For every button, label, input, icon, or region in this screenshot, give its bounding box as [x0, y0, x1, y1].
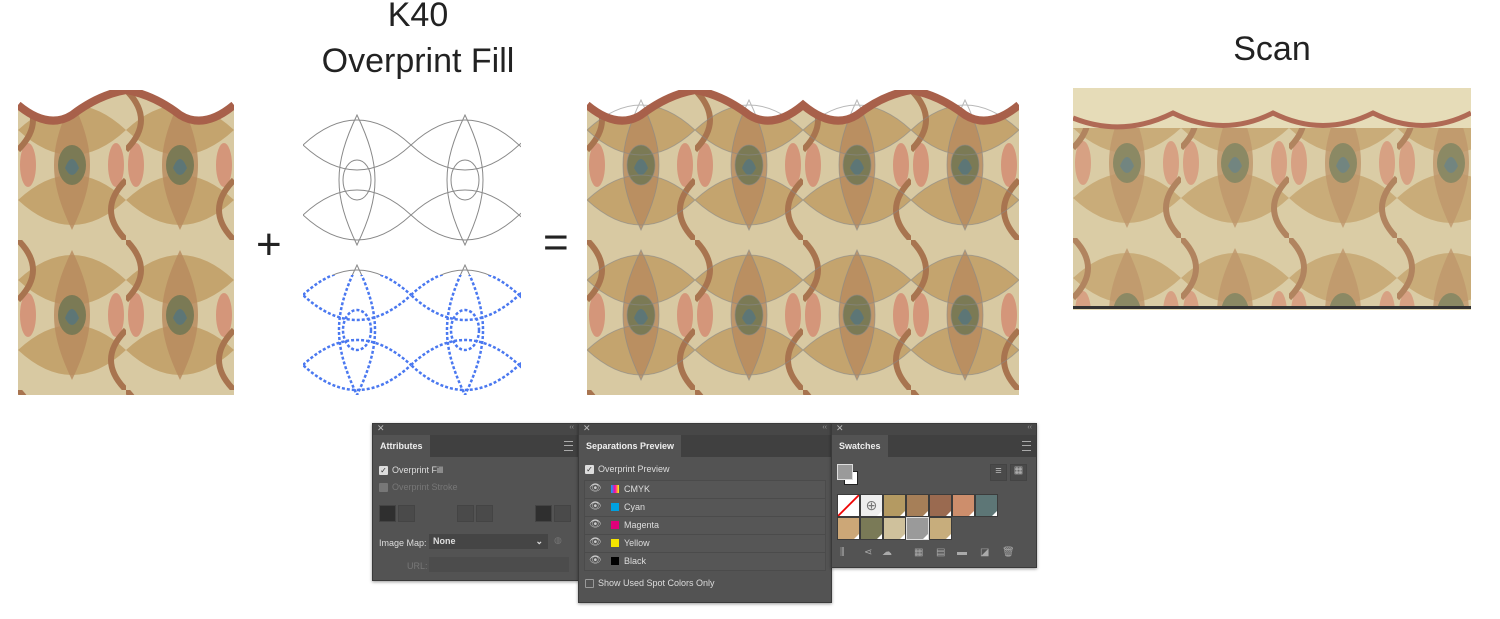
channel-row[interactable]: 👁 Magenta: [584, 516, 826, 535]
color-swatch[interactable]: [929, 517, 952, 540]
fill-color[interactable]: [837, 464, 853, 480]
channel-label: Magenta: [624, 520, 660, 530]
image-map-select[interactable]: None ⌄: [429, 534, 548, 549]
image-map-label: Image Map:: [379, 538, 427, 548]
eye-icon[interactable]: 👁: [589, 519, 602, 530]
grid-view-icon[interactable]: ▦: [1010, 464, 1027, 481]
registration-swatch[interactable]: ⊕: [860, 494, 883, 517]
heading-k40: K40: [387, 0, 449, 34]
swatch-libraries-icon[interactable]: ⫼: [840, 547, 845, 558]
url-label: URL:: [407, 561, 428, 571]
cmyk-swatch: [611, 485, 619, 493]
close-icon[interactable]: ✕: [377, 423, 385, 434]
browser-icon: ◍: [554, 535, 562, 545]
spot-colors-checkbox[interactable]: Show Used Spot Colors Only: [585, 578, 715, 589]
color-swatch[interactable]: [952, 494, 975, 517]
color-swatch[interactable]: [860, 517, 883, 540]
overprint-stroke-checkbox: Overprint Stroke: [379, 482, 458, 493]
black-swatch: [611, 557, 619, 565]
panel-menu-icon[interactable]: [1022, 441, 1031, 451]
combined-artwork: [587, 90, 1019, 395]
color-swatch[interactable]: [837, 517, 860, 540]
none-swatch[interactable]: [837, 494, 860, 517]
color-swatch[interactable]: [975, 494, 998, 517]
spot-colors-label: Show Used Spot Colors Only: [598, 578, 715, 588]
scan-image: [1073, 88, 1471, 310]
eye-icon[interactable]: 👁: [589, 555, 602, 566]
channel-row[interactable]: 👁 Black: [584, 552, 826, 571]
list-view-icon[interactable]: ≡: [990, 464, 1007, 481]
nonzero-winding-button[interactable]: [535, 505, 552, 522]
reverse-path-2-button[interactable]: [476, 505, 493, 522]
heading-scan: Scan: [1233, 30, 1311, 68]
color-swatch[interactable]: [883, 517, 906, 540]
new-group-icon[interactable]: ▬: [957, 547, 967, 558]
new-swatch-icon[interactable]: ◪: [980, 547, 989, 558]
channel-label: Yellow: [624, 538, 650, 548]
color-swatch[interactable]: [929, 494, 952, 517]
eye-icon[interactable]: 👁: [589, 501, 602, 512]
swatches-panel: ✕ ‹‹ Swatches ≡ ▦ ⊕ ⫼ ⋖ ☁ ▦ ▤ ▬ ◪ 🗑: [831, 423, 1037, 568]
eye-icon[interactable]: 👁: [589, 483, 602, 494]
evenodd-button[interactable]: [554, 505, 571, 522]
separations-panel: ✕ ‹‹ Separations Preview ✓ Overprint Previ…: [578, 423, 832, 603]
overprint-preview-checkbox[interactable]: ✓ Overprint Preview: [585, 464, 670, 475]
color-swatch-selected[interactable]: [906, 517, 929, 540]
collapse-icon[interactable]: ‹‹: [1027, 424, 1032, 431]
cyan-swatch: [611, 503, 619, 511]
share-icon[interactable]: ⋖: [864, 547, 872, 558]
overprint-fill-label: Overprint Fill: [392, 465, 444, 475]
channel-row[interactable]: 👁 Yellow: [584, 534, 826, 553]
attributes-panel: ✕ ‹‹ Attributes ✓ Overprint Fill Overprint…: [372, 423, 579, 581]
swatch-options-icon[interactable]: ▤: [936, 547, 945, 558]
overprint-stroke-label: Overprint Stroke: [392, 482, 458, 492]
eye-icon[interactable]: 👁: [589, 537, 602, 548]
reverse-path-button[interactable]: [457, 505, 474, 522]
collapse-icon[interactable]: ‹‹: [569, 424, 574, 431]
tab-swatches[interactable]: Swatches: [832, 435, 888, 457]
overprint-preview-label: Overprint Preview: [598, 464, 670, 474]
plus-sign: +: [256, 220, 282, 269]
tab-separations-preview[interactable]: Separations Preview: [579, 435, 682, 457]
yellow-swatch: [611, 539, 619, 547]
swatch-kind-icon[interactable]: ▦: [914, 547, 923, 558]
image-map-value: None: [433, 536, 456, 546]
overprint-outline-artwork: [303, 105, 521, 395]
overprint-fill-checkbox[interactable]: ✓ Overprint Fill: [379, 465, 444, 476]
heading-overprint-fill: Overprint Fill: [321, 42, 515, 80]
color-swatch[interactable]: [906, 494, 929, 517]
cloud-icon[interactable]: ☁: [882, 547, 892, 558]
panel-menu-icon[interactable]: [564, 441, 573, 451]
channel-label: Cyan: [624, 502, 646, 512]
url-field: [429, 557, 569, 572]
show-center-off-button[interactable]: [379, 505, 396, 522]
magenta-swatch: [611, 521, 619, 529]
trash-icon[interactable]: 🗑: [1002, 547, 1015, 558]
color-swatch[interactable]: [883, 494, 906, 517]
channel-row[interactable]: 👁 CMYK: [584, 480, 826, 499]
channel-row[interactable]: 👁 Cyan: [584, 498, 826, 517]
chevron-down-icon: ⌄: [535, 536, 543, 546]
channel-label: Black: [624, 556, 647, 566]
tab-attributes[interactable]: Attributes: [373, 435, 430, 457]
k40-artwork: [18, 90, 234, 395]
close-icon[interactable]: ✕: [583, 423, 591, 434]
collapse-icon[interactable]: ‹‹: [822, 424, 827, 431]
channel-label: CMYK: [624, 484, 651, 494]
show-center-on-button[interactable]: [398, 505, 415, 522]
close-icon[interactable]: ✕: [836, 423, 844, 434]
equals-sign: =: [543, 218, 569, 267]
